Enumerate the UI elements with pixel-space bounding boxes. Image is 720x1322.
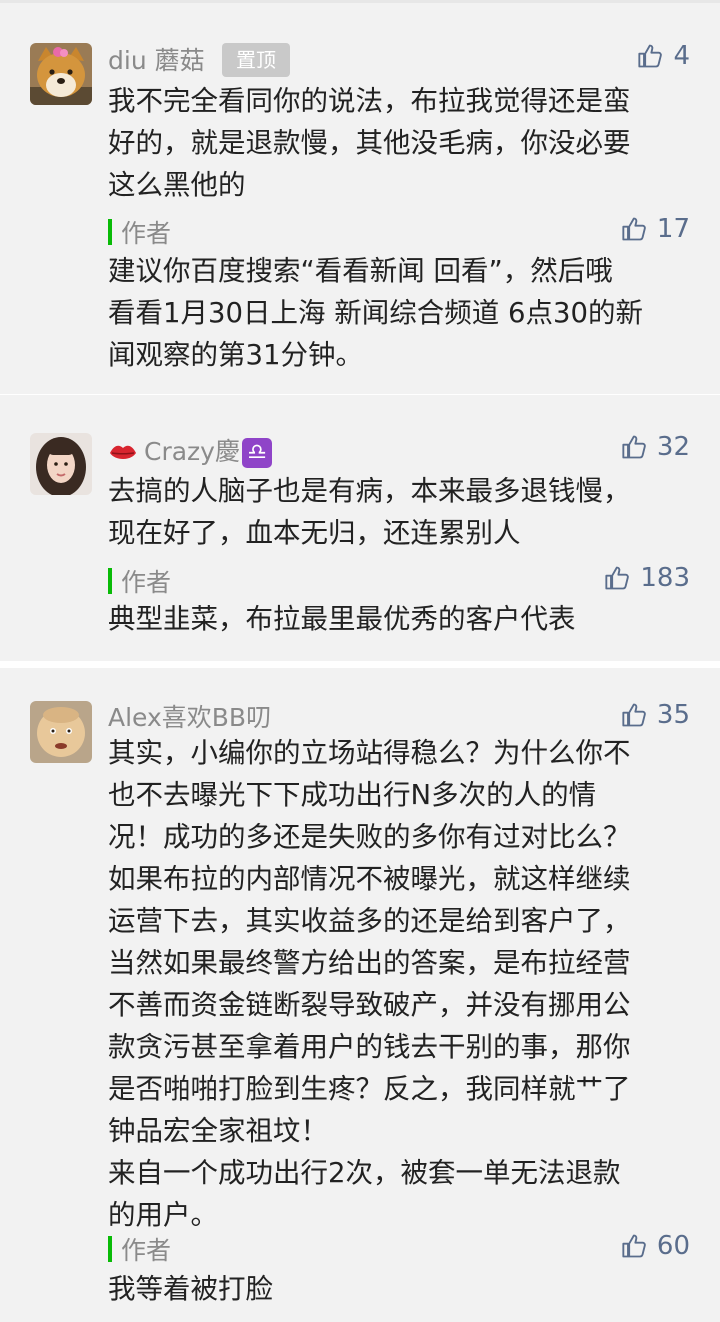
thumbs-up-icon: [605, 566, 630, 590]
reply-line: 建议你百度搜索“看看新闻 回看”，然后哦: [108, 255, 613, 287]
like-count: 35: [656, 700, 690, 730]
reply-like-button[interactable]: 183: [604, 563, 690, 593]
comment-line: 也不去曝光下下成功出行N多次的人的情: [108, 779, 597, 811]
comment-line: 这么黑他的: [108, 169, 246, 201]
author-reply-label: 作者: [108, 563, 171, 599]
comment-text: 其实，小编你的立场站得稳么？为什么你不 也不去曝光下下成功出行N多次的人的情 况…: [108, 732, 631, 1236]
author-bar: [108, 1236, 112, 1262]
comment-line: 现在好了，血本无归，还连累别人: [108, 517, 521, 549]
reply-like-button[interactable]: 60: [621, 1231, 690, 1261]
reply-line: 典型韭菜，布拉最里最优秀的客户代表: [108, 603, 576, 635]
username-row[interactable]: Crazy慶 ♎: [108, 432, 272, 468]
comment-line: 其实，小编你的立场站得稳么？为什么你不: [108, 737, 631, 769]
comment-line: 如果布拉的内部情况不被曝光，就这样继续: [108, 863, 631, 895]
comment-line: 当然如果最终警方给出的答案，是布拉经营: [108, 947, 631, 979]
username[interactable]: diu 蘑菇: [108, 41, 205, 77]
thumbs-up-icon: [622, 435, 646, 459]
comment-text: 去搞的人脑子也是有病，本来最多退钱慢， 现在好了，血本无归，还连累别人: [108, 470, 631, 554]
reply-line: 我等着被打脸: [108, 1273, 273, 1305]
username[interactable]: Alex喜欢BB叨: [108, 698, 271, 734]
like-count: 60: [656, 1231, 690, 1261]
author-label: 作者: [121, 1236, 172, 1265]
thumbs-up-icon: [622, 217, 646, 241]
author-label: 作者: [121, 219, 172, 248]
comment-line: 运营下去，其实收益多的还是给到客户了，: [108, 905, 631, 937]
comment-line: 钟品宏全家祖坟！: [108, 1115, 328, 1147]
comment-text: 我不完全看同你的说法，布拉我觉得还是蛮 好的，就是退款慢，其他没毛病，你没必要 …: [108, 80, 631, 206]
author-reply-label: 作者: [108, 1231, 171, 1267]
comment-line: 好的，就是退款慢，其他没毛病，你没必要: [108, 127, 631, 159]
comment-card: Alex喜欢BB叨 35 其实，小编你的立场站得稳么？为什么你不 也不去曝光下下…: [0, 668, 720, 1322]
reply-text: 典型韭菜，布拉最里最优秀的客户代表: [108, 598, 576, 640]
reply-text: 我等着被打脸: [108, 1268, 273, 1310]
like-button[interactable]: 4: [637, 41, 690, 71]
comment-line: 来自一个成功出行2次，被套一单无法退款: [108, 1157, 621, 1189]
thumbs-up-icon: [622, 1234, 646, 1258]
username: Crazy慶: [144, 437, 240, 466]
comment-line: 我不完全看同你的说法，布拉我觉得还是蛮: [108, 85, 631, 117]
reply-line: 闻观察的第31分钟。: [108, 339, 363, 371]
libra-icon: ♎: [241, 438, 272, 468]
like-count: 32: [656, 432, 690, 462]
author-reply-label: 作者: [108, 214, 171, 250]
pinned-badge: 置顶: [222, 43, 290, 77]
like-count: 183: [640, 563, 690, 593]
avatar[interactable]: [30, 43, 92, 105]
comment-line: 去搞的人脑子也是有病，本来最多退钱慢，: [108, 475, 631, 507]
comment-line: 是否啪啪打脸到生疼？反之，我同样就艹了: [108, 1073, 631, 1105]
comment-line: 款贪污甚至拿着用户的钱去干别的事，那你: [108, 1031, 631, 1063]
comment-card: diu 蘑菇 置顶 4 我不完全看同你的说法，布拉我觉得还是蛮 好的，就是退款慢…: [0, 0, 720, 394]
thumbs-up-icon: [622, 703, 646, 727]
like-count: 4: [673, 41, 690, 71]
like-count: 17: [656, 214, 690, 244]
avatar[interactable]: [30, 701, 92, 763]
comment-card: Crazy慶 ♎ 32 去搞的人脑子也是有病，本来最多退钱慢， 现在好了，血本无归…: [0, 395, 720, 661]
reply-like-button[interactable]: 17: [621, 214, 690, 244]
reply-text: 建议你百度搜索“看看新闻 回看”，然后哦 看看1月30日上海 新闻综合频道 6点…: [108, 250, 643, 376]
lips-icon: [110, 445, 136, 459]
comment-line: 不善而资金链断裂导致破产，并没有挪用公: [108, 989, 631, 1021]
comment-line: 的用户。: [108, 1199, 218, 1231]
author-bar: [108, 219, 112, 245]
like-button[interactable]: 32: [621, 432, 690, 462]
reply-line: 看看1月30日上海 新闻综合频道 6点30的新: [108, 297, 643, 329]
comment-line: 况！成功的多还是失败的多你有过对比么？: [108, 821, 631, 853]
author-bar: [108, 568, 112, 594]
author-label: 作者: [121, 568, 172, 597]
avatar[interactable]: [30, 433, 92, 495]
thumbs-up-icon: [638, 44, 663, 68]
like-button[interactable]: 35: [621, 700, 690, 730]
